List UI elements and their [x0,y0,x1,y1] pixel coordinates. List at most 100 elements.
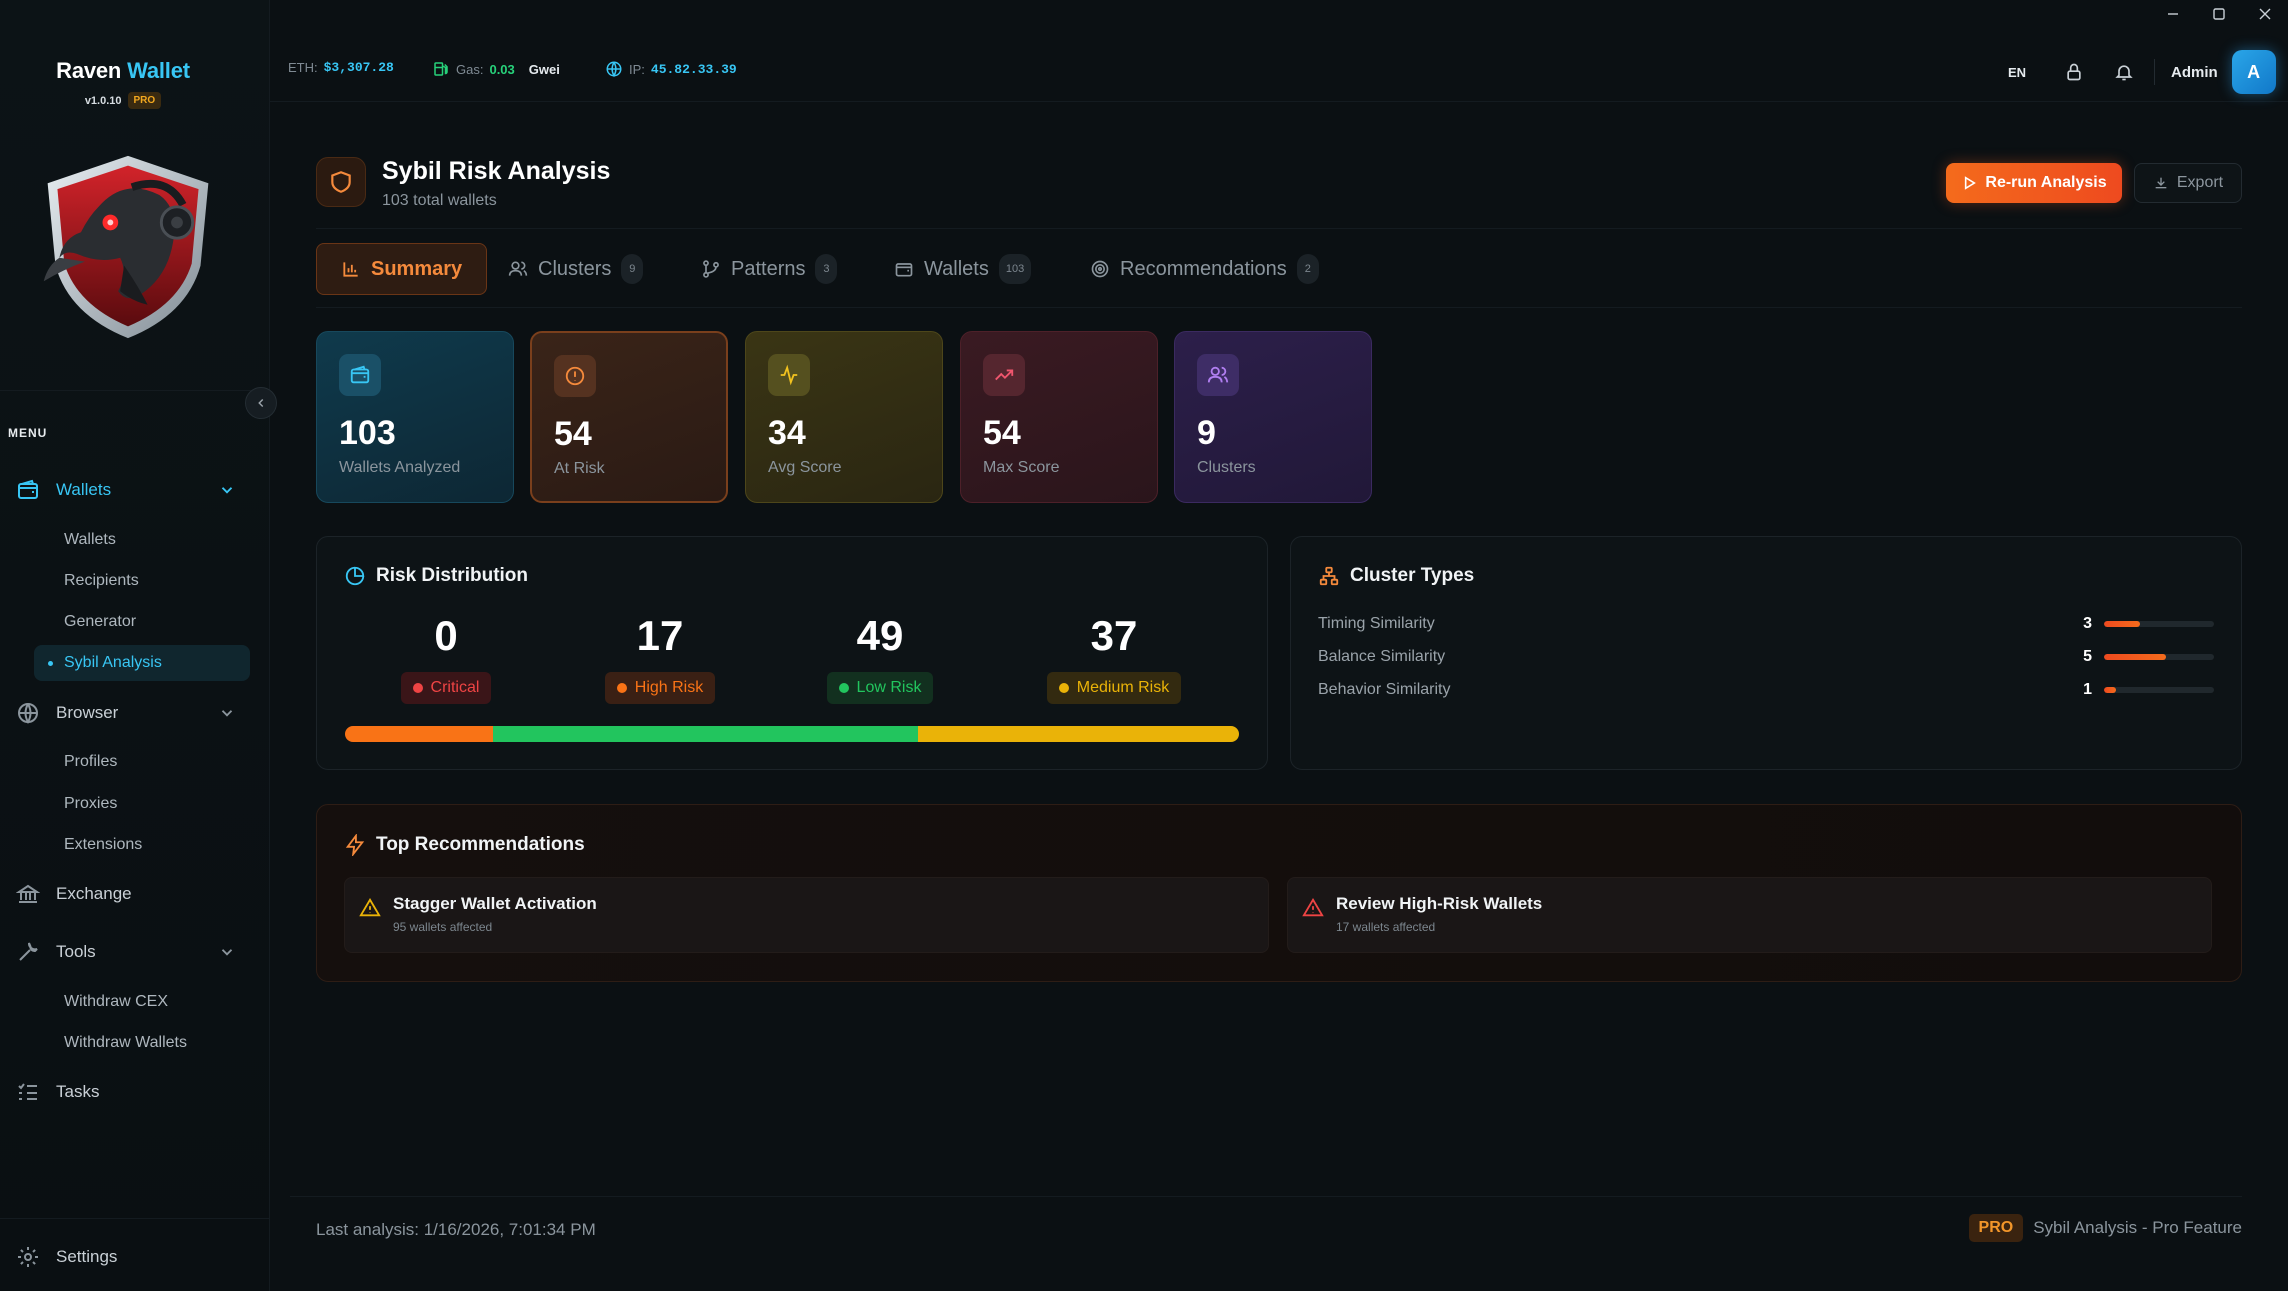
chevron-down-icon [221,949,233,956]
sidebar-item-tools-label: Tools [56,942,96,961]
risk-count: 49 [856,612,904,659]
page-shield-icon-box [316,157,366,207]
sidebar-item-generator[interactable]: Generator [34,604,250,640]
sidebar-item-tools[interactable]: Tools [0,932,250,972]
bar-chart-icon [343,262,358,277]
top-bar-actions: EN Admin A [2008,50,2276,94]
ip-address: IP: 45.82.33.39 [605,60,737,78]
tab-patterns-label: Patterns [731,257,806,280]
sidebar-item-tasks[interactable]: Tasks [0,1072,250,1112]
export-button[interactable]: Export [2134,163,2242,203]
risk-item-critical: 0 Critical [346,612,546,704]
tab-clusters[interactable]: Clusters 9 [484,243,667,295]
status-dot [412,683,423,693]
user-name: Admin [2171,63,2218,81]
sidebar-item-profiles[interactable]: Profiles [34,744,250,780]
close-button[interactable] [2242,0,2288,28]
stat-label: At Risk [554,460,605,477]
stat-icon-box [1197,354,1239,396]
pro-feature-note: PRO Sybil Analysis - Pro Feature [1968,1214,2242,1242]
download-icon [2155,177,2167,189]
gear-icon [18,1247,38,1267]
shield-icon [331,171,351,193]
tab-wallets-count: 103 [998,254,1032,284]
risk-item-medium: 37 Medium Risk [1014,612,1214,704]
avatar[interactable]: A [2231,50,2276,94]
risk-count: 17 [636,612,684,659]
cluster-type-row: Balance Similarity 5 [1318,645,2214,669]
sidebar-item-withdraw-cex[interactable]: Withdraw CEX [34,984,250,1020]
sidebar-item-wallets[interactable]: Wallets [0,470,250,510]
notifications-button[interactable] [2100,62,2148,82]
sidebar-item-exchange[interactable]: Exchange [0,874,250,914]
pro-badge: PRO [1968,1214,2024,1242]
sidebar-item-sybil-analysis[interactable]: Sybil Analysis [34,645,250,681]
cluster-type-bar-fill [2104,687,2117,693]
sidebar-item-extensions[interactable]: Extensions [34,827,250,863]
stat-icon-box [339,354,381,396]
app-version: v1.0.10 [84,94,122,107]
gas-label: Gas: [456,61,484,77]
recommendation-card-review[interactable]: Review High-Risk Wallets 17 wallets affe… [1287,877,2212,953]
page-subtitle: 103 total wallets [382,192,497,209]
stat-card-max-score: 54 Max Score [960,331,1158,503]
target-icon [1091,260,1109,278]
warning-icon [1302,897,1324,917]
page-title: Sybil Risk Analysis [382,157,611,185]
last-analysis-timestamp: Last analysis: 1/16/2026, 7:01:34 PM [316,1220,596,1239]
risk-bar-segment-high-risk [345,726,493,742]
tab-recommendations[interactable]: Recommendations 2 [1066,243,1343,295]
sidebar-item-settings-label: Settings [56,1247,118,1266]
stat-value: 34 [768,414,806,452]
sidebar-item-withdraw-wallets[interactable]: Withdraw Wallets [34,1025,250,1061]
risk-count: 37 [1090,612,1138,659]
sidebar-collapse-button[interactable] [245,387,277,419]
cluster-types-title-text: Cluster Types [1350,565,1475,586]
recommendation-title: Review High-Risk Wallets [1336,894,1543,913]
stat-label: Max Score [983,459,1060,476]
minimize-button[interactable] [2150,0,2196,28]
language-switch[interactable]: EN [2008,65,2048,80]
stat-label: Clusters [1197,459,1256,476]
cluster-type-bar-fill [2104,621,2141,627]
tab-patterns-count: 3 [815,254,838,284]
sidebar-item-proxies[interactable]: Proxies [34,786,250,822]
pro-feature-text: Sybil Analysis - Pro Feature [2033,1218,2242,1237]
tab-patterns[interactable]: Patterns 3 [677,243,861,295]
activity-icon [780,364,798,386]
sidebar-item-recipients[interactable]: Recipients [34,563,250,599]
lock-icon [2067,63,2081,81]
sidebar-item-settings[interactable]: Settings [0,1237,250,1277]
pie-chart-icon [345,566,365,586]
cluster-type-bar [2104,687,2214,693]
rerun-analysis-button[interactable]: Re-run Analysis [1946,163,2122,203]
sidebar-divider [0,390,270,391]
warning-icon [359,897,381,917]
sidebar-item-wallets-label: Wallets [56,480,112,499]
bank-icon [16,884,40,903]
tab-wallets[interactable]: Wallets 103 [870,243,1055,295]
risk-item-low: 49 Low Risk [780,612,980,704]
top-bar: ETH: $3,307.28 Gas: 0.03 Gwei IP: 45.82.… [270,30,2288,102]
recommendation-card-stagger[interactable]: Stagger Wallet Activation 95 wallets aff… [344,877,1269,953]
sidebar-item-wallets-list[interactable]: Wallets [34,522,250,558]
window-controls [2150,0,2288,28]
risk-label: High Risk [634,679,704,696]
wallet-icon [18,479,38,499]
maximize-button[interactable] [2196,0,2242,28]
globe-icon [18,703,38,725]
tab-clusters-count: 9 [621,254,644,284]
cluster-type-bar-fill [2104,654,2166,660]
tabs-divider [316,307,2242,308]
lock-button[interactable] [2048,62,2100,82]
sidebar-item-browser[interactable]: Browser [0,693,250,733]
cluster-type-count: 3 [2083,615,2092,632]
cluster-types-title: Cluster Types [1318,565,1474,587]
cluster-type-bar [2104,654,2214,660]
git-branch-icon [703,260,719,278]
recommendation-subtitle: 95 wallets affected [393,920,493,934]
list-checks-icon [18,1083,37,1100]
brand-accent-name: Wallet [127,58,190,83]
tab-summary[interactable]: Summary [316,243,488,295]
chevron-down-icon [221,487,233,494]
